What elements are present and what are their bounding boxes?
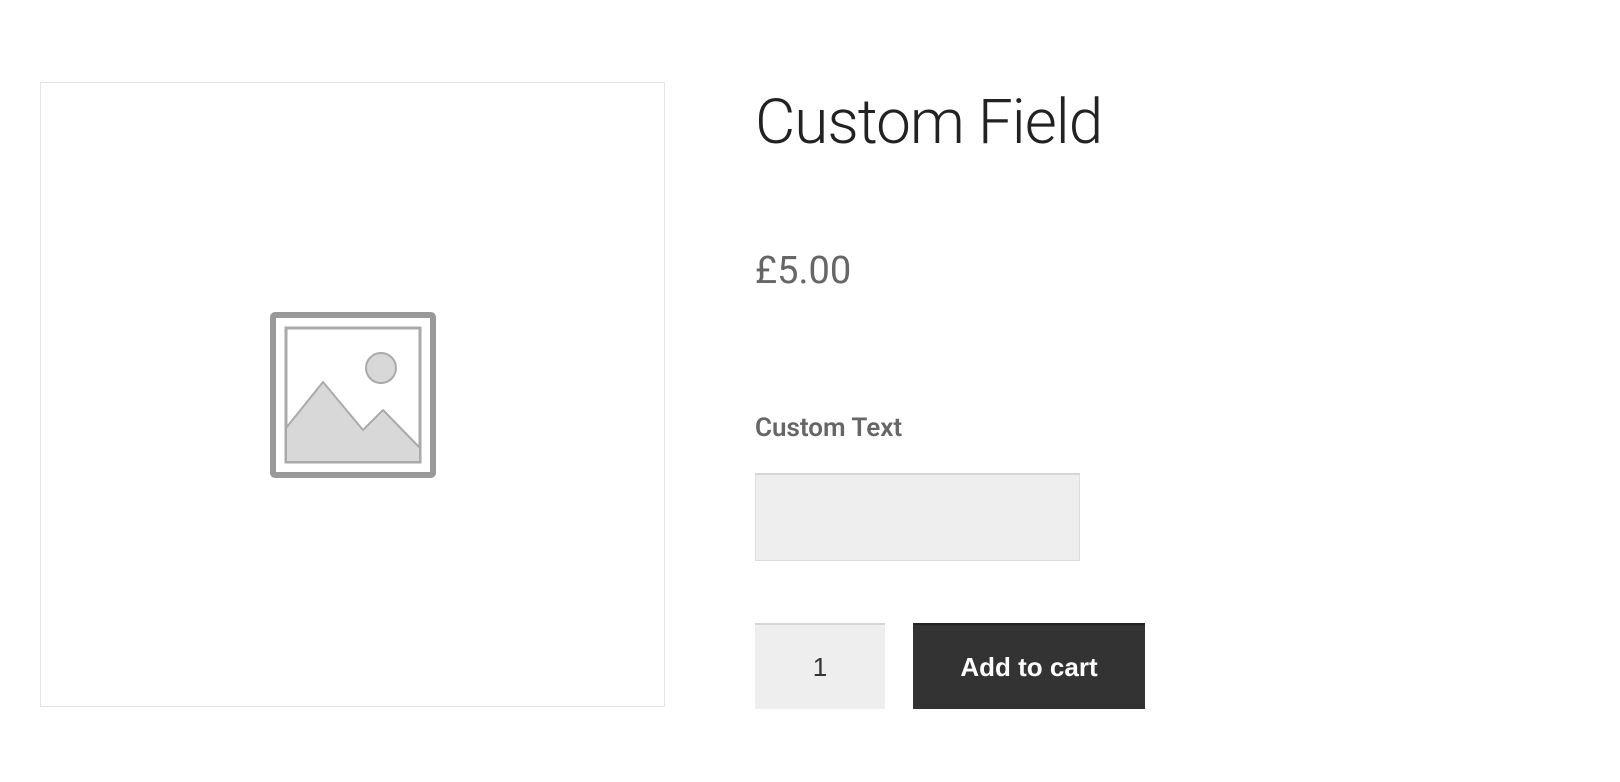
product-image-placeholder[interactable]	[40, 82, 665, 707]
cart-row: Add to cart	[755, 623, 1580, 709]
add-to-cart-button[interactable]: Add to cart	[913, 623, 1145, 709]
product-container: Custom Field £5.00 Custom Text Add to ca…	[0, 0, 1620, 749]
product-price: £5.00	[755, 249, 1580, 293]
custom-text-label: Custom Text	[755, 413, 1580, 443]
product-details: Custom Field £5.00 Custom Text Add to ca…	[755, 82, 1580, 709]
custom-text-input[interactable]	[755, 473, 1080, 561]
product-title: Custom Field	[755, 86, 1580, 159]
image-placeholder-icon	[268, 310, 438, 480]
quantity-input[interactable]	[755, 623, 885, 709]
